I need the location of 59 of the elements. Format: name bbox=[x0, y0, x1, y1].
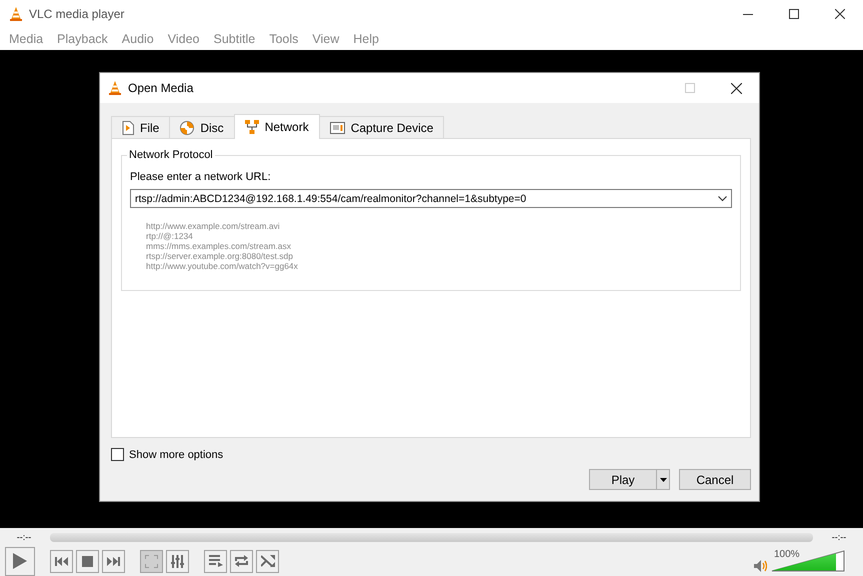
caret-down-icon bbox=[660, 478, 666, 482]
checkbox[interactable] bbox=[111, 448, 124, 461]
speaker-icon bbox=[754, 560, 767, 572]
remaining-time: --:-- bbox=[830, 532, 848, 542]
example-url: rtsp://server.example.org:8080/test.sdp bbox=[146, 251, 294, 261]
play-icon bbox=[13, 553, 27, 569]
capture-device-icon bbox=[330, 122, 345, 134]
dialog-title: Open Media bbox=[128, 81, 194, 95]
next-icon bbox=[107, 556, 120, 566]
tab[interactable]: Network bbox=[234, 114, 320, 139]
maximize-icon[interactable] bbox=[789, 9, 799, 19]
stop-icon bbox=[82, 556, 93, 566]
shuffle-button[interactable] bbox=[256, 550, 279, 572]
cancel-button[interactable]: Cancel bbox=[679, 469, 751, 490]
next-button[interactable] bbox=[102, 550, 125, 572]
cone-icon bbox=[108, 80, 122, 96]
previous-button[interactable] bbox=[50, 550, 73, 572]
field-label: Please enter a network URL: bbox=[130, 171, 272, 183]
disc-icon bbox=[180, 121, 194, 135]
menu-item[interactable]: View bbox=[305, 32, 346, 46]
menu-item[interactable]: Playback bbox=[50, 32, 115, 46]
url-field[interactable]: rtsp://admin:ABCD1234@192.168.1.49:554/cam/realmonitor?channel=1&subtype=0 bbox=[130, 189, 732, 208]
menu-item[interactable]: Video bbox=[160, 32, 207, 46]
play-button[interactable] bbox=[5, 546, 35, 576]
equalizer-icon bbox=[171, 554, 184, 568]
tab[interactable]: File bbox=[111, 116, 170, 139]
shuffle-icon bbox=[260, 555, 274, 567]
menu-item[interactable]: Media bbox=[2, 32, 50, 46]
close-icon[interactable] bbox=[835, 9, 845, 19]
playlist-button[interactable] bbox=[204, 550, 227, 572]
chevron-down-icon bbox=[718, 196, 726, 202]
menu-item[interactable]: Audio bbox=[114, 32, 161, 46]
network-icon bbox=[244, 120, 259, 134]
close-icon[interactable] bbox=[730, 82, 742, 94]
loop-icon bbox=[234, 555, 249, 567]
window-title: VLC media player bbox=[29, 7, 126, 21]
menu-item[interactable]: Help bbox=[346, 32, 386, 46]
example-url: rtp://@:1234 bbox=[146, 231, 194, 241]
checkbox-label: Show more options bbox=[129, 448, 224, 460]
cone-icon bbox=[9, 6, 23, 22]
example-url: http://www.youtube.com/watch?v=gg64x bbox=[146, 261, 299, 271]
volume-slider[interactable]: 100% bbox=[771, 550, 845, 572]
group-title: Network Protocol bbox=[127, 149, 215, 161]
play-button[interactable]: Play bbox=[589, 469, 670, 490]
example-url: http://www.example.com/stream.avi bbox=[146, 221, 281, 231]
tab[interactable]: Capture Device bbox=[318, 116, 444, 139]
loop-button[interactable] bbox=[230, 550, 253, 572]
volume-reading: 100% bbox=[774, 549, 800, 560]
previous-icon bbox=[55, 556, 68, 566]
playlist-icon bbox=[208, 555, 222, 567]
equalizer-button[interactable] bbox=[166, 550, 189, 572]
example-url: mms://mms.examples.com/stream.asx bbox=[146, 241, 292, 251]
elapsed-time: --:-- bbox=[16, 532, 32, 542]
file-icon bbox=[122, 121, 134, 135]
stop-button[interactable] bbox=[76, 550, 99, 572]
fullscreen-icon bbox=[145, 554, 158, 568]
maximize-icon bbox=[685, 83, 695, 93]
menu-item[interactable]: Tools bbox=[262, 32, 306, 46]
menu-item[interactable]: Subtitle bbox=[206, 32, 262, 46]
